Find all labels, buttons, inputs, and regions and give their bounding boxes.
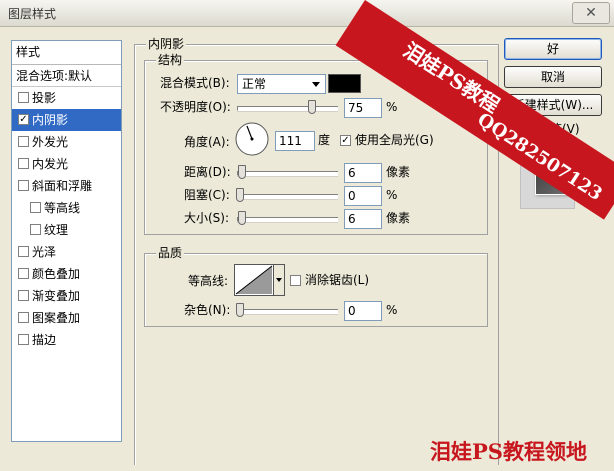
style-list-item[interactable]: ✓ 内阴影: [12, 109, 121, 131]
style-list-item[interactable]: 图案叠加: [12, 307, 121, 329]
style-list-item-label: 内发光: [32, 157, 69, 171]
inner-shadow-title: 内阴影: [146, 37, 187, 51]
structure-title: 结构: [156, 53, 185, 67]
choke-field[interactable]: 0: [344, 186, 382, 206]
watermark-bottom-text: 泪娃PS教程领地: [430, 439, 587, 464]
noise-slider-thumb[interactable]: [236, 303, 244, 317]
style-enable-checkbox[interactable]: [30, 224, 41, 235]
blend-mode-value: 正常: [242, 77, 267, 91]
contour-curve-icon: [235, 265, 273, 295]
noise-label: 杂色(N):: [184, 303, 231, 317]
style-list-item[interactable]: 光泽: [12, 241, 121, 263]
style-list-item-label: 纹理: [44, 223, 69, 237]
style-enable-checkbox[interactable]: [18, 268, 29, 279]
close-icon: ✕: [585, 5, 597, 21]
style-list-item[interactable]: 投影: [12, 87, 121, 109]
close-button[interactable]: ✕: [572, 2, 610, 24]
style-list-item[interactable]: 颜色叠加: [12, 263, 121, 285]
style-list-item-label: 投影: [32, 91, 57, 105]
choke-slider-thumb[interactable]: [236, 188, 244, 202]
opacity-slider-thumb[interactable]: [308, 100, 316, 114]
angle-unit: 度: [318, 133, 331, 147]
contour-dropdown-button[interactable]: [274, 264, 285, 296]
choke-unit: %: [386, 188, 398, 202]
choke-slider-track[interactable]: [237, 194, 338, 199]
style-list-item[interactable]: 斜面和浮雕: [12, 175, 121, 197]
chevron-down-icon: [312, 82, 320, 87]
style-list-item-label: 外发光: [32, 135, 69, 149]
noise-unit: %: [386, 303, 398, 317]
distance-field[interactable]: 6: [344, 163, 382, 183]
style-list-item-label: 内阴影: [32, 113, 69, 127]
noise-field[interactable]: 0: [344, 301, 382, 321]
contour-label: 等高线:: [188, 274, 229, 288]
style-list-item[interactable]: 等高线: [12, 197, 121, 219]
style-list-item-label: 图案叠加: [32, 311, 81, 325]
size-field[interactable]: 6: [344, 209, 382, 229]
style-list-item[interactable]: 内发光: [12, 153, 121, 175]
antialias-checkbox[interactable]: [290, 275, 301, 286]
ok-button[interactable]: 好: [504, 38, 602, 60]
distance-slider-track[interactable]: [237, 171, 338, 176]
angle-dial[interactable]: [234, 121, 270, 157]
style-enable-checkbox[interactable]: [18, 136, 29, 147]
style-list-item-label: 描边: [32, 333, 57, 347]
style-list-header[interactable]: 样式: [12, 41, 121, 65]
checkmark-icon: ✓: [341, 135, 350, 146]
blending-options-item[interactable]: 混合选项:默认: [12, 65, 121, 87]
style-list-item[interactable]: 渐变叠加: [12, 285, 121, 307]
style-list-item-label: 光泽: [32, 245, 57, 259]
choke-label: 阻塞(C):: [184, 188, 230, 202]
style-list: 样式 混合选项:默认 投影 ✓ 内阴影 外发光 内发光 斜面和浮雕 等高线 纹理 光泽 颜色叠加渐…: [11, 40, 122, 442]
style-list-item[interactable]: 纹理: [12, 219, 121, 241]
blend-mode-select[interactable]: 正常: [237, 74, 326, 94]
antialias-label: 消除锯齿(L): [305, 273, 370, 287]
blend-mode-label: 混合模式(B):: [160, 76, 230, 90]
size-unit: 像素: [386, 211, 411, 225]
distance-label: 距离(D):: [184, 165, 231, 179]
angle-label: 角度(A):: [184, 135, 230, 149]
style-enable-checkbox[interactable]: [18, 92, 29, 103]
distance-unit: 像素: [386, 165, 411, 179]
style-enable-checkbox[interactable]: [18, 290, 29, 301]
opacity-field[interactable]: 75: [344, 98, 382, 118]
style-list-item[interactable]: 描边: [12, 329, 121, 351]
global-light-checkbox[interactable]: ✓: [340, 135, 351, 146]
style-list-item-label: 渐变叠加: [32, 289, 81, 303]
size-slider-thumb[interactable]: [238, 211, 246, 225]
window-title: 图层样式: [8, 7, 57, 21]
style-list-item-label: 颜色叠加: [32, 267, 81, 281]
style-list-item-label: 等高线: [44, 201, 81, 215]
style-list-item-label: 斜面和浮雕: [32, 179, 93, 193]
opacity-slider-track[interactable]: [237, 106, 338, 111]
style-enable-checkbox[interactable]: [18, 334, 29, 345]
angle-field[interactable]: 111: [275, 131, 315, 151]
style-enable-checkbox[interactable]: [18, 246, 29, 257]
style-list-item[interactable]: 外发光: [12, 131, 121, 153]
size-label: 大小(S):: [184, 211, 230, 225]
noise-slider-track[interactable]: [237, 309, 338, 314]
quality-title: 品质: [156, 246, 185, 260]
shadow-color-swatch[interactable]: [328, 74, 361, 93]
opacity-label: 不透明度(O):: [160, 100, 231, 114]
style-enable-checkbox[interactable]: [18, 312, 29, 323]
style-enable-checkbox[interactable]: ✓: [18, 114, 29, 125]
style-enable-checkbox[interactable]: [18, 180, 29, 191]
opacity-unit: %: [386, 100, 398, 114]
style-enable-checkbox[interactable]: [30, 202, 41, 213]
dialog-body: 样式 混合选项:默认 投影 ✓ 内阴影 外发光 内发光 斜面和浮雕 等高线 纹理 光泽 颜色叠加渐…: [0, 27, 614, 471]
style-enable-checkbox[interactable]: [18, 158, 29, 169]
title-bar: 图层样式 ✕: [0, 0, 614, 27]
cancel-button[interactable]: 取消: [504, 66, 602, 88]
distance-slider-thumb[interactable]: [238, 165, 246, 179]
size-slider-track[interactable]: [237, 217, 338, 222]
contour-picker[interactable]: [234, 264, 274, 296]
global-light-label: 使用全局光(G): [355, 133, 434, 147]
